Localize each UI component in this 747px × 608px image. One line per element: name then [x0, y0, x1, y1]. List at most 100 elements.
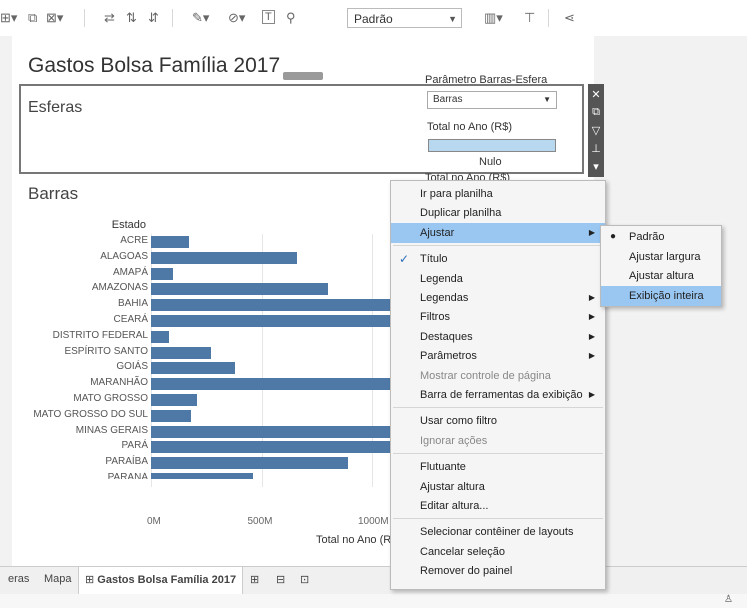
presentation-icon[interactable]: ⊤	[524, 10, 535, 26]
submenu-arrow-icon: ▶	[588, 331, 595, 341]
menu-item: Mostrar controle de página	[391, 366, 605, 386]
toolbar-divider	[548, 9, 549, 27]
category-label: ESPÍRITO SANTO	[64, 345, 148, 357]
menu-item[interactable]: Destaques ▶	[391, 327, 605, 347]
highlight-icon[interactable]: ✎▾	[192, 10, 209, 26]
more-options-icon[interactable]: ▾	[590, 160, 602, 173]
bar[interactable]	[151, 283, 328, 296]
bar[interactable]	[151, 441, 390, 454]
menu-item[interactable]: Remover do painel	[391, 561, 605, 581]
menu-item[interactable]: Cancelar seleção	[391, 542, 605, 562]
menu-item[interactable]: Parâmetros ▶	[391, 346, 605, 366]
menu-item[interactable]: Filtros ▶	[391, 307, 605, 327]
menu-item-label: Destaques	[420, 330, 473, 343]
filter-icon[interactable]: ▽	[590, 124, 602, 137]
bar[interactable]	[151, 299, 390, 312]
menu-item[interactable]: Flutuante	[391, 457, 605, 477]
submenu-item[interactable]: Ajustar altura	[601, 266, 721, 286]
tab-mapa[interactable]: Mapa	[44, 573, 72, 585]
tab-dashboard[interactable]: ⊞ Gastos Bolsa Família 2017	[78, 567, 244, 595]
bar[interactable]	[151, 315, 390, 327]
clear-sheet-icon[interactable]: ⊠▾	[46, 10, 63, 26]
menu-item-label: Ir para planilha	[420, 188, 493, 200]
category-label: MATO GROSSO DO SUL	[33, 408, 148, 420]
share-icon[interactable]: ⋖	[564, 10, 575, 26]
bar[interactable]	[151, 457, 348, 470]
menu-item-label: Flutuante	[420, 461, 466, 474]
submenu-item[interactable]: Exibição inteira	[601, 285, 721, 306]
menu-item-label: Duplicar planilha	[420, 207, 502, 220]
new-story-icon[interactable]: ⊡	[300, 573, 309, 586]
bar[interactable]	[151, 362, 235, 375]
menu-item[interactable]: Ajustar ▶	[391, 222, 605, 243]
bar[interactable]	[151, 409, 191, 422]
category-label: MATO GROSSO	[73, 393, 148, 404]
menu-item[interactable]: Título ✓	[391, 249, 605, 269]
status-bar: ♙	[0, 594, 747, 608]
menu-item[interactable]: Editar altura...	[391, 496, 605, 516]
x-axis-title: Total no Ano (R$)	[316, 534, 401, 546]
category-label: MARANHÃO	[90, 377, 148, 389]
new-dashboard-icon[interactable]: ⧉	[28, 10, 37, 26]
bar[interactable]	[151, 378, 390, 391]
menu-separator	[393, 245, 603, 247]
bar[interactable]	[151, 394, 198, 406]
parameter-select[interactable]: Barras ▼	[427, 91, 557, 109]
new-dashboard-icon[interactable]: ⊟	[276, 573, 285, 586]
bar[interactable]	[151, 346, 211, 359]
bar[interactable]	[151, 267, 174, 280]
menu-item[interactable]: Usar como filtro	[391, 411, 605, 431]
group-icon[interactable]: ⊘▾	[228, 10, 245, 26]
submenu-arrow-icon: ▶	[588, 312, 595, 322]
sort-asc-icon[interactable]: ⇅	[126, 10, 137, 26]
fit-select-value: Padrão	[354, 12, 393, 26]
barras-sheet-title: Barras	[28, 184, 79, 203]
bar[interactable]	[151, 251, 297, 264]
menu-item[interactable]: Ajustar altura	[391, 477, 605, 497]
menu-item[interactable]: Legenda	[391, 269, 605, 289]
go-to-sheet-icon[interactable]: ⧉	[590, 106, 602, 119]
sort-desc-icon[interactable]: ⇵	[148, 10, 159, 26]
menu-item-label: Barra de ferramentas da exibição	[420, 389, 583, 401]
menu-item-label: Remover do painel	[420, 565, 513, 578]
x-tick-label: 0M	[147, 516, 161, 527]
menu-item[interactable]: Selecionar contêiner de layouts	[391, 522, 605, 542]
new-worksheet-icon[interactable]: ⊞▾	[0, 10, 17, 26]
dashboard-title: Gastos Bolsa Família 2017	[28, 54, 281, 77]
fit-submenu: Padrão ● Ajustar largura Ajustar altura Exib…	[600, 225, 722, 307]
bar[interactable]	[151, 236, 189, 248]
new-worksheet-icon[interactable]: ⊞	[250, 573, 259, 586]
menu-separator	[393, 518, 603, 520]
context-menu: Ir para planilha Duplicar planilha Ajustar…	[390, 180, 606, 590]
color-legend-bar	[428, 139, 556, 152]
toolbar-divider	[172, 9, 173, 27]
bar[interactable]	[151, 330, 169, 343]
check-icon: ✓	[399, 252, 410, 267]
submenu-item[interactable]: Ajustar largura	[601, 247, 721, 267]
fit-select[interactable]: Padrão ▼	[347, 8, 462, 28]
show-me-icon[interactable]: ▥▾	[484, 10, 503, 26]
menu-item[interactable]: Ir para planilha	[391, 184, 605, 204]
submenu-item[interactable]: Padrão ●	[601, 227, 721, 247]
pin-icon[interactable]: ⊥	[590, 142, 602, 155]
menu-item-label: Selecionar contêiner de layouts	[420, 526, 574, 539]
pin-icon[interactable]: ⚲	[286, 10, 296, 26]
tab-esferas[interactable]: eras	[8, 573, 29, 585]
submenu-item-label: Ajustar largura	[629, 250, 701, 263]
sheet-tabs: eras Mapa ⊞ Gastos Bolsa Família 2017 ⊞ …	[0, 566, 747, 595]
bar[interactable]	[151, 473, 253, 479]
labels-icon[interactable]: T	[262, 10, 275, 24]
parameter-value: Barras	[433, 94, 463, 105]
menu-item[interactable]: Barra de ferramentas da exibição ▶	[391, 385, 605, 405]
menu-item[interactable]: Legendas ▶	[391, 288, 605, 308]
close-icon[interactable]: ✕	[590, 88, 602, 101]
menu-item[interactable]: Duplicar planilha	[391, 203, 605, 223]
bar[interactable]	[151, 425, 390, 438]
x-tick-label: 500M	[247, 516, 273, 527]
bar-chart[interactable]: Estado 0M500M1000M1500MACREALAGOASAMAPÁA…	[0, 210, 499, 550]
swap-icon[interactable]: ⇄	[104, 10, 115, 26]
category-label: AMAPÁ	[112, 266, 148, 278]
selected-dot-icon: ●	[610, 231, 617, 242]
menu-separator	[393, 407, 603, 409]
drag-handle[interactable]	[283, 72, 323, 80]
